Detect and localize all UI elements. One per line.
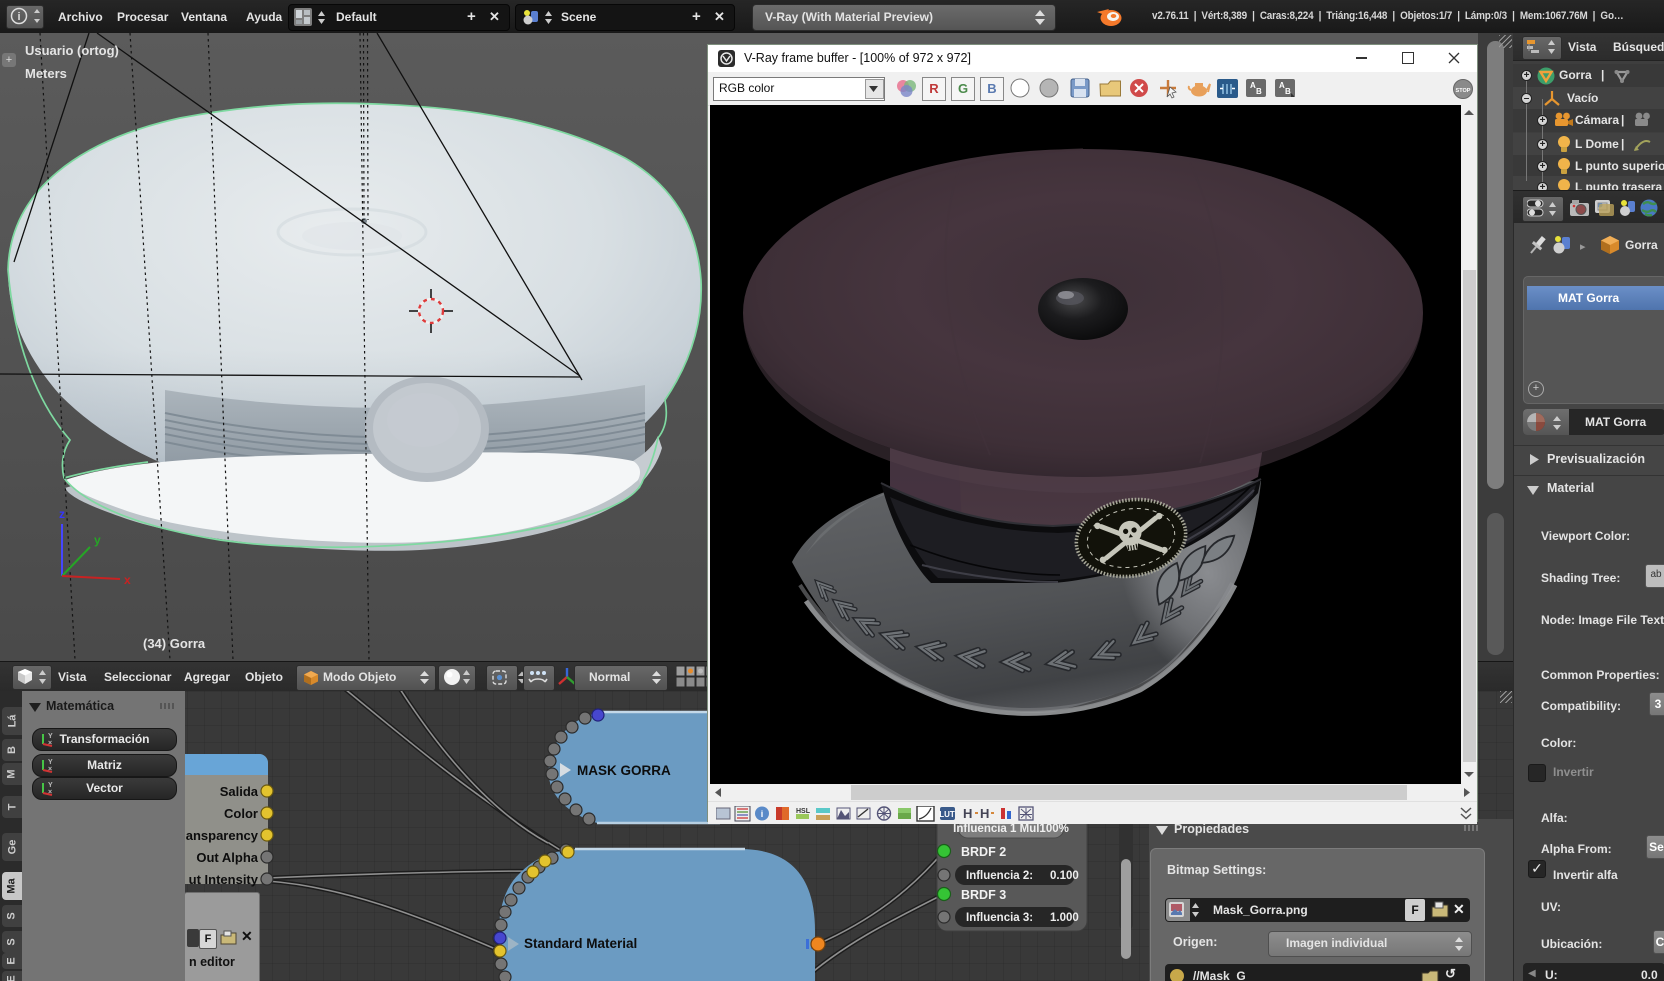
svg-text:H: H [963, 806, 972, 821]
svg-text:ut Intensity: ut Intensity [189, 872, 259, 887]
svg-text:HSL: HSL [796, 808, 811, 815]
svg-text:x: x [124, 573, 131, 587]
svg-text:ansparency: ansparency [186, 828, 259, 843]
svg-text:MASK GORRA: MASK GORRA [577, 763, 671, 778]
svg-text:STOP: STOP [1456, 88, 1471, 94]
svg-text:Influencia 2:: Influencia 2: [966, 870, 1033, 882]
svg-text:Influencia 1 Mul100%: Influencia 1 Mul100% [953, 823, 1069, 835]
svg-text:i: i [17, 11, 20, 23]
svg-text:0.100: 0.100 [1050, 870, 1079, 882]
svg-text:i: i [761, 809, 764, 819]
svg-text:Standard Material: Standard Material [524, 936, 637, 951]
svg-text:LUT: LUT [939, 810, 955, 819]
svg-text:BRDF 3: BRDF 3 [961, 888, 1006, 902]
svg-text:Influencia 3:: Influencia 3: [966, 912, 1033, 924]
svg-text:B: B [1285, 87, 1291, 96]
svg-text:z: z [59, 507, 65, 521]
svg-text:y: y [94, 533, 101, 547]
svg-text:H: H [980, 806, 989, 821]
svg-text:BRDF 2: BRDF 2 [961, 845, 1006, 859]
svg-text:Salida: Salida [220, 784, 259, 799]
svg-text:Out Alpha: Out Alpha [196, 850, 258, 865]
svg-text:B: B [1256, 87, 1262, 96]
svg-text:Color: Color [224, 806, 258, 821]
svg-text:1.000: 1.000 [1050, 912, 1079, 924]
